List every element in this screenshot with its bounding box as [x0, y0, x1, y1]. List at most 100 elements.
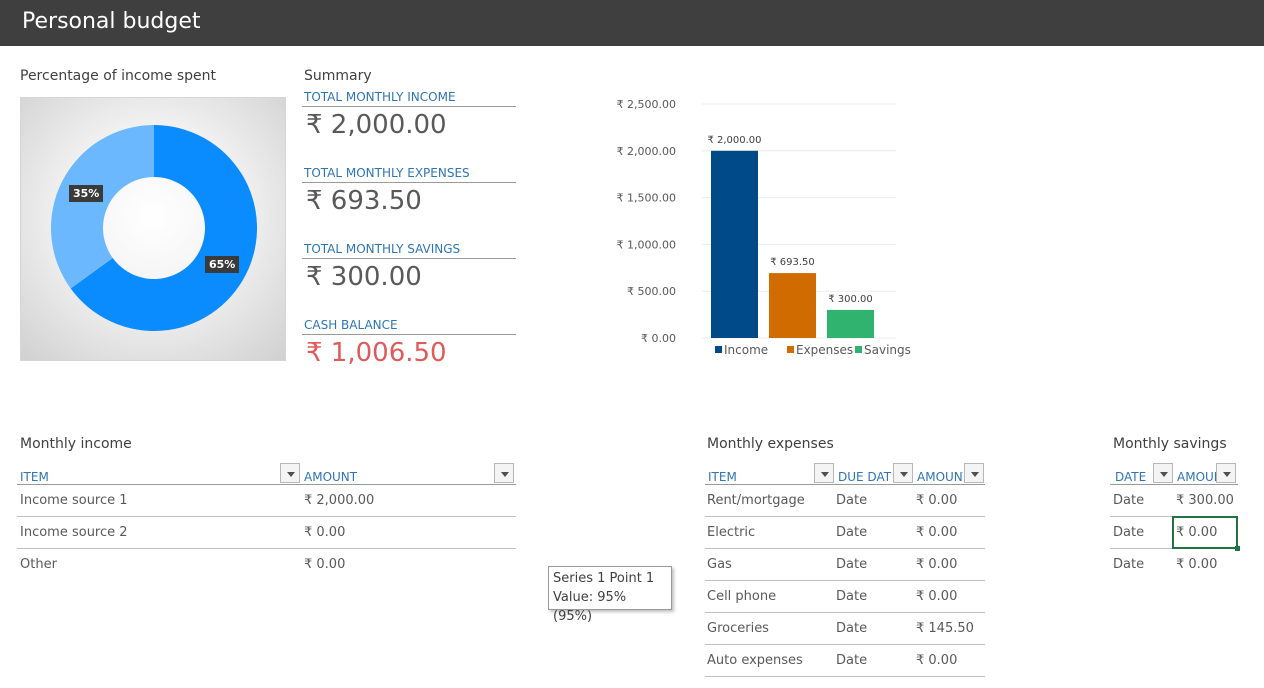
savings-amount-cell[interactable]: ₹ 0.00: [1176, 549, 1217, 581]
expenses-header-amount: AMOUNT: [917, 470, 963, 484]
expenses-due-date-cell[interactable]: Date: [836, 613, 867, 645]
table-row[interactable]: Gas Date ₹ 0.00: [705, 549, 985, 581]
legend-swatch: [787, 346, 794, 353]
legend-label: Expenses: [796, 343, 853, 357]
y-tick-label: ₹ 0.00: [641, 332, 676, 345]
expenses-item-cell[interactable]: Rent/mortgage: [707, 485, 805, 517]
summary-cash-balance-value: ₹ 1,006.50: [306, 338, 447, 368]
bar-expenses[interactable]: [769, 273, 816, 338]
table-row[interactable]: Date ₹ 0.00: [1110, 549, 1238, 581]
bar-chart[interactable]: ₹ 0.00 ₹ 500.00 ₹ 1,000.00 ₹ 1,500.00 ₹ 2,00…: [600, 90, 930, 370]
donut-chart[interactable]: [21, 98, 287, 362]
summary-expenses-value: ₹ 693.50: [306, 186, 422, 216]
table-row[interactable]: Date ₹ 300.00: [1110, 485, 1238, 517]
y-tick-label: ₹ 1,500.00: [617, 192, 676, 205]
summary-section-label: Summary: [304, 68, 372, 84]
y-tick-label: ₹ 2,500.00: [617, 98, 676, 111]
donut-chart-panel[interactable]: 35% 65%: [20, 97, 286, 361]
expenses-amount-cell[interactable]: ₹ 0.00: [916, 549, 957, 581]
expenses-due-date-cell[interactable]: Date: [836, 581, 867, 613]
summary-expenses-label: TOTAL MONTHLY EXPENSES: [302, 166, 516, 183]
summary-income-label: TOTAL MONTHLY INCOME: [302, 90, 516, 107]
expenses-amount-cell[interactable]: ₹ 0.00: [916, 645, 957, 677]
table-row[interactable]: Rent/mortgage Date ₹ 0.00: [705, 485, 985, 517]
summary-cash-balance[interactable]: CASH BALANCE ₹ 1,006.50: [302, 318, 516, 368]
savings-amount-cell[interactable]: ₹ 300.00: [1176, 485, 1234, 517]
legend-swatch: [715, 346, 722, 353]
chart-tooltip: Series 1 Point 1 Value: 95% (95%): [548, 566, 672, 624]
table-row[interactable]: Income source 1 ₹ 2,000.00: [17, 485, 516, 517]
savings-section-label: Monthly savings: [1113, 436, 1227, 452]
page-title: Personal budget: [22, 9, 201, 34]
table-row[interactable]: Auto expenses Date ₹ 0.00: [705, 645, 985, 677]
expenses-amount-cell[interactable]: ₹ 0.00: [916, 517, 957, 549]
data-label: ₹ 300.00: [828, 294, 873, 305]
income-item-cell[interactable]: Other: [20, 549, 57, 581]
donut-label-spent: 35%: [69, 185, 104, 202]
savings-date-cell[interactable]: Date: [1113, 517, 1144, 549]
summary-cash-balance-label: CASH BALANCE: [302, 318, 516, 335]
savings-date-cell[interactable]: Date: [1113, 549, 1144, 581]
expenses-amount-filter-button[interactable]: [964, 463, 984, 483]
expenses-header-item: ITEM: [708, 470, 737, 484]
summary-savings-value: ₹ 300.00: [306, 262, 422, 292]
income-item-filter-button[interactable]: [280, 463, 300, 483]
expenses-due-date-filter-button[interactable]: [893, 463, 913, 483]
donut-section-label: Percentage of income spent: [20, 68, 217, 84]
expenses-item-filter-button[interactable]: [814, 463, 834, 483]
savings-amount-filter-button[interactable]: [1216, 463, 1236, 483]
expenses-due-date-cell[interactable]: Date: [836, 549, 867, 581]
table-row[interactable]: Electric Date ₹ 0.00: [705, 517, 985, 549]
expenses-amount-cell[interactable]: ₹ 0.00: [916, 581, 957, 613]
expenses-section-label: Monthly expenses: [707, 436, 834, 452]
data-label: ₹ 2,000.00: [707, 135, 761, 146]
income-section-label: Monthly income: [20, 436, 132, 452]
expenses-item-cell[interactable]: Electric: [707, 517, 755, 549]
expenses-due-date-cell[interactable]: Date: [836, 485, 867, 517]
selected-cell-outline[interactable]: [1172, 516, 1240, 551]
table-row[interactable]: Other ₹ 0.00: [17, 549, 516, 581]
bar-chart-panel[interactable]: ₹ 0.00 ₹ 500.00 ₹ 1,000.00 ₹ 1,500.00 ₹ 2,00…: [600, 90, 930, 370]
savings-header-row: DATE AMOUNT: [1110, 463, 1238, 485]
income-amount-filter-button[interactable]: [494, 463, 514, 483]
donut-slice-spent[interactable]: [51, 125, 154, 289]
income-header-row: ITEM AMOUNT: [17, 463, 516, 485]
savings-header-date: DATE: [1115, 470, 1147, 484]
y-tick-label: ₹ 2,000.00: [617, 145, 676, 158]
table-row[interactable]: Cell phone Date ₹ 0.00: [705, 581, 985, 613]
summary-income[interactable]: TOTAL MONTHLY INCOME ₹ 2,000.00: [302, 90, 516, 140]
expenses-item-cell[interactable]: Gas: [707, 549, 732, 581]
expenses-due-date-cell[interactable]: Date: [836, 645, 867, 677]
y-tick-label: ₹ 500.00: [627, 285, 676, 298]
title-bar: Personal budget: [0, 0, 1264, 46]
donut-label-remaining: 65%: [205, 256, 240, 273]
savings-header-amount: AMOUNT: [1177, 470, 1217, 484]
summary-income-value: ₹ 2,000.00: [306, 110, 447, 140]
income-amount-cell[interactable]: ₹ 0.00: [304, 517, 345, 549]
income-item-cell[interactable]: Income source 1: [20, 485, 128, 517]
bar-income[interactable]: [711, 150, 758, 338]
savings-date-filter-button[interactable]: [1153, 463, 1173, 483]
tooltip-series-point: Series 1 Point 1: [553, 571, 655, 586]
legend-label: Income: [724, 343, 768, 357]
savings-date-cell[interactable]: Date: [1113, 485, 1144, 517]
income-amount-cell[interactable]: ₹ 2,000.00: [304, 485, 374, 517]
summary-savings-label: TOTAL MONTHLY SAVINGS: [302, 242, 516, 259]
income-header-amount: AMOUNT: [304, 470, 358, 484]
income-amount-cell[interactable]: ₹ 0.00: [304, 549, 345, 581]
expenses-item-cell[interactable]: Groceries: [707, 613, 769, 645]
expenses-item-cell[interactable]: Cell phone: [707, 581, 776, 613]
expenses-amount-cell[interactable]: ₹ 0.00: [916, 485, 957, 517]
expenses-amount-cell[interactable]: ₹ 145.50: [916, 613, 974, 645]
table-row[interactable]: Groceries Date ₹ 145.50: [705, 613, 985, 645]
legend-swatch: [855, 346, 862, 353]
data-label: ₹ 693.50: [770, 257, 815, 268]
tooltip-value: Value: 95% (95%): [553, 590, 627, 624]
expenses-item-cell[interactable]: Auto expenses: [707, 645, 803, 677]
summary-expenses[interactable]: TOTAL MONTHLY EXPENSES ₹ 693.50: [302, 166, 516, 216]
income-item-cell[interactable]: Income source 2: [20, 517, 128, 549]
table-row[interactable]: Income source 2 ₹ 0.00: [17, 517, 516, 549]
summary-savings[interactable]: TOTAL MONTHLY SAVINGS ₹ 300.00: [302, 242, 516, 292]
expenses-due-date-cell[interactable]: Date: [836, 517, 867, 549]
bar-savings[interactable]: [827, 309, 874, 338]
